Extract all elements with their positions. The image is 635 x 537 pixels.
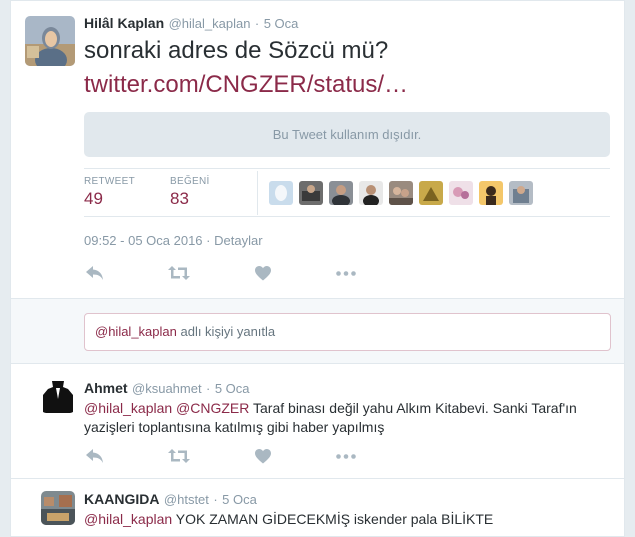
tweet-card: Hilâl Kaplan @hilal_kaplan · 5 Oca sonra…: [10, 0, 625, 537]
tweet-link[interactable]: twitter.com/CNGZER/status/…: [84, 70, 408, 100]
liker-avatar[interactable]: [479, 181, 503, 205]
author-name[interactable]: Hilâl Kaplan: [84, 15, 164, 31]
separator-dot: ·: [206, 233, 211, 248]
reply-body: Taraf binası değil yahu Alkım Kitabevi. …: [253, 400, 577, 416]
author-handle[interactable]: @hilal_kaplan: [169, 16, 251, 31]
reply-text: @hilal_kaplan YOK ZAMAN GİDECEKMİŞ isken…: [84, 510, 493, 529]
tweet-timestamp[interactable]: 09:52 - 05 Oca 2016: [84, 233, 203, 248]
retweet-label: RETWEET: [84, 176, 135, 187]
reply-header: Ahmet @ksuahmet · 5 Oca: [84, 380, 250, 398]
reply-author-handle[interactable]: @ksuahmet: [132, 381, 202, 396]
reply-text-line-1: @hilal_kaplan @CNGZER Taraf binası değil…: [84, 399, 577, 418]
retweet-count: 49: [84, 189, 103, 208]
reply-icon[interactable]: [85, 265, 105, 281]
reply-author-name[interactable]: Ahmet: [84, 380, 128, 396]
reply-time[interactable]: 5 Oca: [222, 492, 257, 507]
separator-dot: ·: [213, 492, 218, 507]
reply-mention[interactable]: @hilal_kaplan: [84, 511, 172, 527]
ahmet-avatar[interactable]: [41, 379, 75, 413]
like-stat[interactable]: BEĞENİ 83: [170, 176, 210, 209]
like-label: BEĞENİ: [170, 176, 210, 187]
kaangida-avatar[interactable]: [41, 491, 75, 525]
withheld-text: Bu Tweet kullanım dışıdır.: [272, 127, 422, 142]
stats-separator: [257, 171, 258, 215]
reply-divider: [11, 478, 624, 479]
hilal-kaplan-avatar[interactable]: [25, 16, 75, 66]
stats-divider-top: [84, 168, 610, 169]
reply-input[interactable]: @hilal_kaplan adlı kişiyi yanıtla: [84, 313, 611, 351]
separator-dot: ·: [206, 381, 211, 396]
reply-author-handle[interactable]: @htstet: [164, 492, 209, 507]
withheld-tweet-box: Bu Tweet kullanım dışıdır.: [84, 112, 610, 157]
reply-text: @hilal_kaplan @CNGZER Taraf binası değil…: [84, 399, 577, 437]
liker-avatar[interactable]: [329, 181, 353, 205]
liker-avatar[interactable]: [509, 181, 533, 205]
reply-mention: @hilal_kaplan: [95, 324, 177, 339]
tweet-text: sonraki adres de Sözcü mü?: [84, 37, 389, 64]
heart-icon[interactable]: [255, 449, 271, 464]
reply-icon[interactable]: [85, 448, 105, 464]
liker-avatar[interactable]: [449, 181, 473, 205]
liker-avatar[interactable]: [299, 181, 323, 205]
liker-avatar[interactable]: [419, 181, 443, 205]
reply-time[interactable]: 5 Oca: [215, 381, 250, 396]
more-icon[interactable]: [336, 271, 356, 276]
heart-icon[interactable]: [255, 266, 271, 281]
reply-body: YOK ZAMAN GİDECEKMİŞ iskender pala BİLİK…: [175, 511, 494, 527]
stats-divider-bottom: [84, 216, 610, 217]
retweet-icon[interactable]: [168, 266, 190, 280]
reply-mention[interactable]: @hilal_kaplan: [84, 400, 172, 416]
separator-dot: ·: [254, 16, 260, 31]
retweet-icon[interactable]: [168, 449, 190, 463]
tweet-timestamp-line: 09:52 - 05 Oca 2016 · Detaylar: [84, 233, 263, 248]
liker-avatar[interactable]: [359, 181, 383, 205]
reply-text-line-2: yazişleri toplantısına katılmış gibi hab…: [84, 419, 385, 435]
reply-author-name[interactable]: KAANGIDA: [84, 491, 159, 507]
reply-mention[interactable]: @CNGZER: [176, 400, 249, 416]
more-icon[interactable]: [336, 454, 356, 459]
liker-avatar[interactable]: [389, 181, 413, 205]
liker-avatar[interactable]: [269, 181, 293, 205]
reply-header: KAANGIDA @htstet · 5 Oca: [84, 491, 257, 509]
details-link[interactable]: Detaylar: [214, 233, 262, 248]
like-count: 83: [170, 189, 189, 208]
reply-prompt: adlı kişiyi yanıtla: [180, 324, 276, 339]
tweet-time[interactable]: 5 Oca: [264, 16, 299, 31]
retweet-stat[interactable]: RETWEET 49: [84, 176, 135, 209]
main-tweet-header: Hilâl Kaplan @hilal_kaplan · 5 Oca: [84, 15, 298, 33]
